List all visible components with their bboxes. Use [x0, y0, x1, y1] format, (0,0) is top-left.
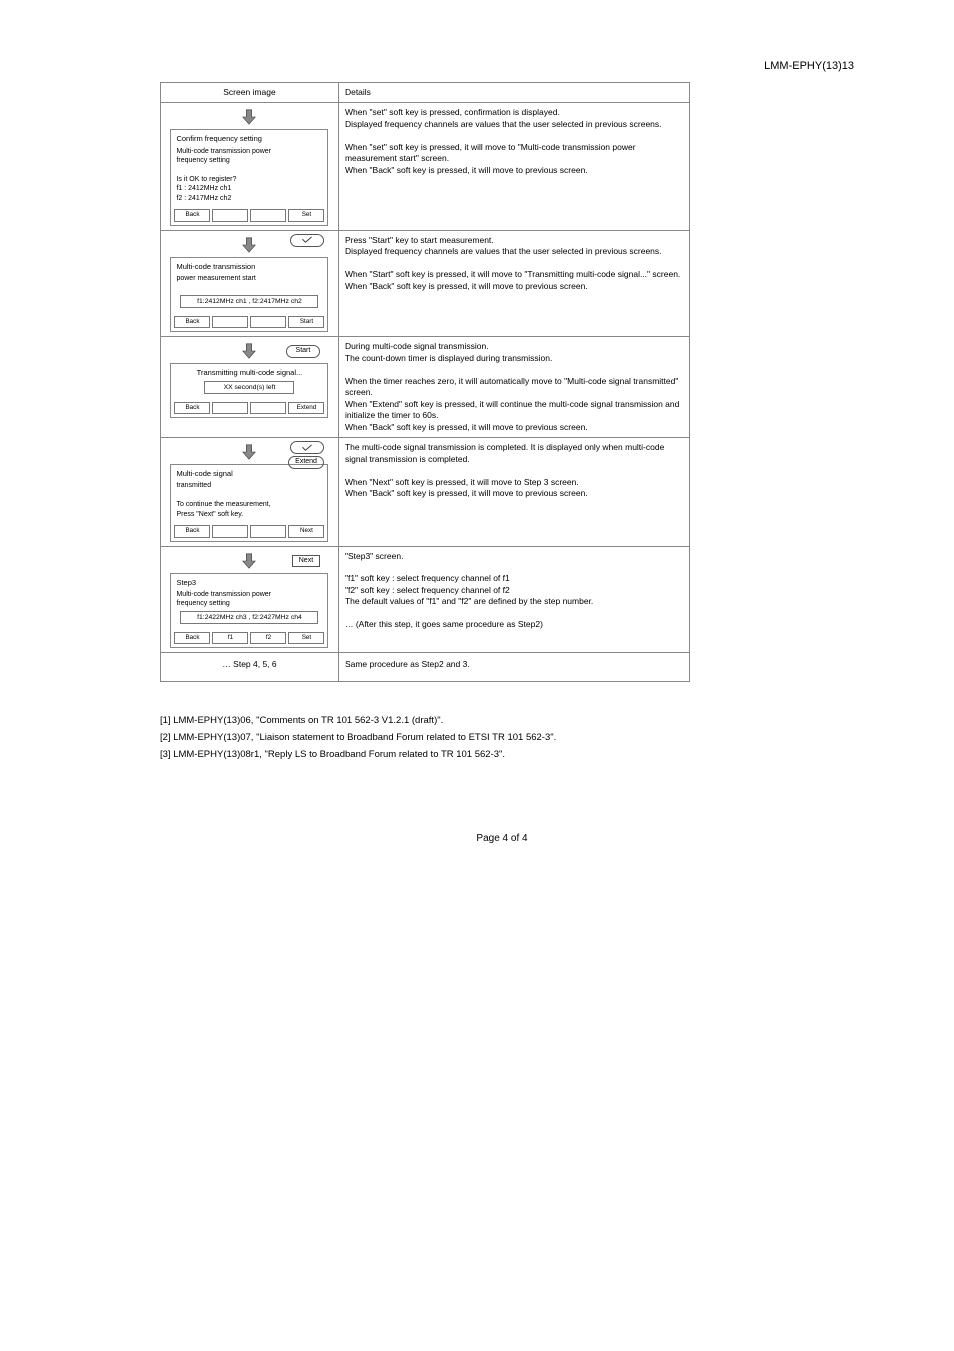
softkey-row: Back Start: [171, 314, 327, 332]
screen-panel: Multi-code transmission power measurement…: [170, 257, 328, 333]
panel-line: [176, 283, 322, 292]
panel-line: Is it OK to register?: [176, 175, 322, 184]
transition: [165, 105, 334, 129]
reference-item: [2] LMM-EPHY(13)07, "Liaison statement t…: [160, 729, 700, 746]
down-arrow-icon: [240, 108, 258, 126]
down-arrow-icon: [240, 443, 258, 461]
panel-line: f1 : 2412MHz ch1: [176, 184, 322, 193]
softkey[interactable]: Back: [174, 525, 210, 538]
softkey[interactable]: Back: [174, 316, 210, 329]
step-details: The multi-code signal transmission is co…: [338, 438, 689, 546]
softkey[interactable]: [250, 209, 286, 222]
panel-box: f1:2412MHz ch1 , f2:2417MHz ch2: [180, 295, 318, 308]
panel-line: frequency setting: [176, 599, 322, 608]
step-details: "Step3" screen. "f1" soft key : select f…: [338, 546, 689, 653]
trans-label: Start: [286, 345, 320, 358]
panel-line: [176, 165, 322, 174]
step-details: During multi-code signal transmission.Th…: [338, 337, 689, 438]
softkey[interactable]: Back: [174, 209, 210, 222]
panel-title: Multi-code transmission: [176, 262, 322, 272]
down-arrow-icon: [240, 342, 258, 360]
softkey[interactable]: Start: [288, 316, 324, 329]
panel-line: Press "Next" soft key.: [176, 510, 322, 519]
panel-line: Multi-code transmission power: [176, 590, 322, 599]
next-label: Next: [292, 555, 320, 567]
panel-line: frequency setting: [176, 156, 322, 165]
down-arrow-icon: [240, 552, 258, 570]
panel-title: Step3: [176, 578, 322, 588]
reference-item: [1] LMM-EPHY(13)06, "Comments on TR 101 …: [160, 712, 700, 729]
softkey-row: Back Extend: [171, 400, 327, 418]
softkey[interactable]: Set: [288, 632, 324, 645]
table-header-right: Details: [338, 83, 689, 103]
page-header: LMM-EPHY(13)13: [150, 60, 854, 72]
screen-panel: Step3 Multi-code transmission powerfreque…: [170, 573, 328, 649]
extend-pill: Extend: [288, 456, 324, 469]
transition: Start: [165, 339, 334, 363]
screen-panel: Multi-code signal transmitted To continue…: [170, 464, 328, 541]
panel-line: To continue the measurement,: [176, 500, 322, 509]
screen-panel: Confirm frequency setting Multi-code tran…: [170, 129, 328, 225]
softkey[interactable]: [212, 209, 248, 222]
panel-line: f2 : 2417MHz ch2: [176, 194, 322, 203]
softkey-row: Back Set: [171, 207, 327, 225]
panel-line: Multi-code transmission power: [176, 147, 322, 156]
softkey[interactable]: [250, 402, 286, 415]
panel-box: f1:2422MHz ch3 , f2:2427MHz ch4: [180, 611, 318, 624]
softkey[interactable]: Set: [288, 209, 324, 222]
transition: [165, 233, 334, 257]
softkey[interactable]: f2: [250, 632, 286, 645]
procedure-table: Screen image Details Confirm frequency s…: [160, 82, 690, 682]
softkey[interactable]: [212, 402, 248, 415]
step-details: Press "Start" key to start measurement.D…: [338, 230, 689, 337]
softkey[interactable]: [250, 316, 286, 329]
panel-line: [176, 491, 322, 500]
table-header-left: Screen image: [161, 83, 339, 103]
softkey[interactable]: [250, 525, 286, 538]
softkey-row: Backf1f2Set: [171, 630, 327, 648]
panel-title: Transmitting multi-code signal...: [176, 368, 322, 378]
note-right: Same procedure as Step2 and 3.: [338, 653, 689, 681]
panel-line: transmitted: [176, 481, 322, 490]
screen-panel: Transmitting multi-code signal... XX seco…: [170, 363, 328, 418]
panel-title: Multi-code signal: [176, 469, 322, 479]
softkey[interactable]: [212, 316, 248, 329]
reference-item: [3] LMM-EPHY(13)08r1, "Reply LS to Broad…: [160, 746, 700, 763]
step-details: When "set" soft key is pressed, confirma…: [338, 103, 689, 230]
softkey-row: Back Next: [171, 523, 327, 541]
panel-line: power measurement start: [176, 274, 322, 283]
softkey[interactable]: [212, 525, 248, 538]
transition: Next: [165, 549, 334, 573]
note-left: … Step 4, 5, 6: [161, 653, 339, 681]
softkey[interactable]: Back: [174, 632, 210, 645]
down-arrow-icon: [240, 236, 258, 254]
set-pill-icon: [290, 234, 324, 247]
softkey[interactable]: Back: [174, 402, 210, 415]
softkey[interactable]: Extend: [288, 402, 324, 415]
panel-box: XX second(s) left: [204, 381, 294, 394]
references: [1] LMM-EPHY(13)06, "Comments on TR 101 …: [160, 712, 700, 763]
set-pill-icon: [290, 441, 324, 454]
softkey[interactable]: f1: [212, 632, 248, 645]
softkey[interactable]: Next: [288, 525, 324, 538]
page-footer: Page 4 of 4: [150, 833, 854, 844]
transition: Extend: [165, 440, 334, 464]
panel-title: Confirm frequency setting: [176, 134, 322, 144]
